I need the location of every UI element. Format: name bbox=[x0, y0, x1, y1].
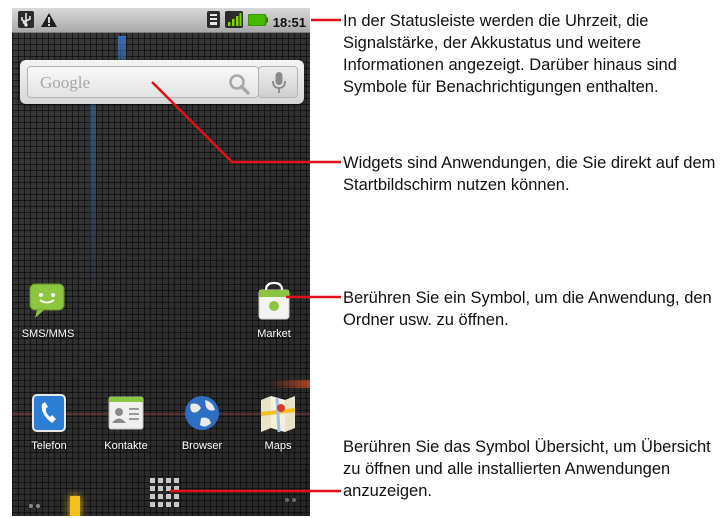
status-bar[interactable]: 18:51 bbox=[12, 8, 310, 33]
search-placeholder: Google bbox=[40, 73, 91, 92]
warning-icon bbox=[40, 12, 58, 33]
app-market[interactable]: Market bbox=[238, 280, 310, 340]
sms-icon bbox=[27, 280, 69, 322]
app-kontakte[interactable]: Kontakte bbox=[90, 392, 162, 452]
usb-icon bbox=[18, 11, 34, 33]
microphone-icon bbox=[272, 72, 286, 93]
grid-icon bbox=[150, 478, 179, 507]
signal-icon bbox=[224, 11, 243, 33]
wallpaper-glow bbox=[270, 380, 310, 388]
voice-search-button[interactable] bbox=[258, 66, 298, 98]
page-indicator-left[interactable] bbox=[28, 496, 42, 514]
app-label: Maps bbox=[264, 440, 292, 452]
search-input[interactable]: Google bbox=[27, 66, 259, 98]
home-screen: 18:51 Google SMS/MMS Market Telefon Kont… bbox=[12, 8, 310, 516]
app-label: Browser bbox=[181, 440, 223, 452]
app-browser[interactable]: Browser bbox=[166, 392, 238, 452]
phone-icon bbox=[28, 392, 70, 434]
status-clock: 18:51 bbox=[272, 14, 306, 30]
globe-icon bbox=[181, 392, 223, 434]
contacts-icon bbox=[105, 392, 147, 434]
wallpaper-glow bbox=[70, 496, 80, 516]
app-label: Kontakte bbox=[104, 440, 148, 452]
google-search-widget[interactable]: Google bbox=[20, 60, 304, 104]
app-label: Market bbox=[257, 328, 291, 340]
maps-icon bbox=[257, 392, 299, 434]
battery-icon bbox=[247, 13, 268, 31]
app-sms-mms[interactable]: SMS/MMS bbox=[12, 280, 84, 340]
callout-widgets: Widgets sind Anwendungen, die Sie direkt… bbox=[343, 154, 716, 194]
wifi-icon bbox=[206, 11, 220, 33]
app-telefon[interactable]: Telefon bbox=[13, 392, 85, 452]
app-maps[interactable]: Maps bbox=[242, 392, 310, 452]
app-label: SMS/MMS bbox=[21, 328, 75, 340]
page-indicator-right[interactable] bbox=[284, 490, 298, 508]
callout-app-icons: Berühren Sie ein Symbol, um die Anwendun… bbox=[343, 289, 712, 329]
market-bag-icon bbox=[253, 280, 295, 322]
callout-app-drawer: Berühren Sie das Symbol Übersicht, um Üb… bbox=[343, 438, 711, 500]
app-drawer-button[interactable] bbox=[148, 476, 182, 510]
magnifier-icon[interactable] bbox=[228, 73, 250, 100]
wallpaper-glow bbox=[90, 90, 96, 300]
callout-status-bar: In der Statusleiste werden die Uhrzeit, … bbox=[343, 12, 677, 96]
app-label: Telefon bbox=[31, 440, 67, 452]
